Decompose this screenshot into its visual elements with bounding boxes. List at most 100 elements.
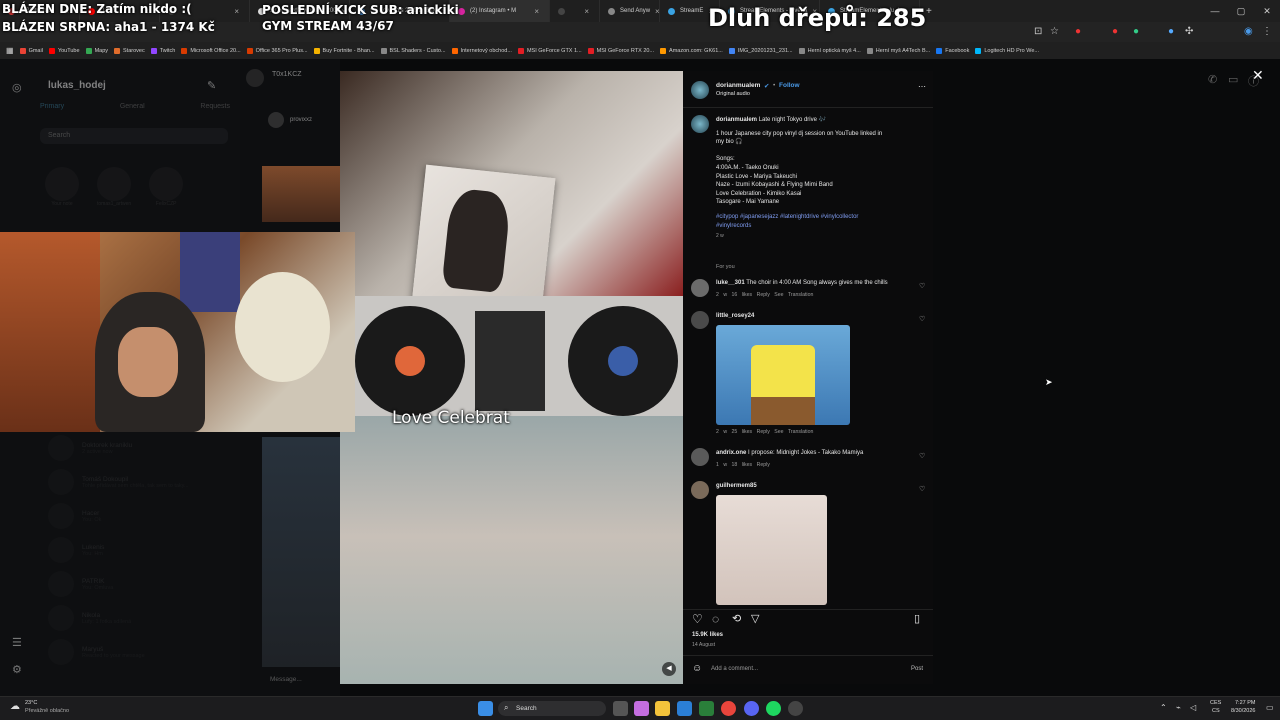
author-avatar[interactable]	[691, 81, 709, 99]
browser-tab[interactable]: ×	[550, 0, 600, 22]
profile-avatar-icon[interactable]: ◉	[1244, 26, 1253, 37]
weather-desc[interactable]: Převážně oblačno	[25, 708, 69, 714]
author-avatar[interactable]	[691, 115, 709, 133]
comment-icon[interactable]: ◌	[712, 612, 719, 626]
obs-icon[interactable]	[788, 701, 803, 716]
tab-primary[interactable]: Primary	[40, 103, 64, 110]
maximize-button[interactable]: ▢	[1228, 0, 1254, 22]
bookmark-item[interactable]: Office 365 Pro Plus...	[246, 47, 308, 54]
notification-icon[interactable]: ▭	[1266, 703, 1274, 712]
bookmark-item[interactable]: Facebook	[936, 47, 969, 54]
like-comment-icon[interactable]: ♡	[919, 315, 925, 323]
task-view-icon[interactable]	[613, 701, 628, 716]
network-icon[interactable]: ⌁	[1176, 703, 1181, 712]
discord-icon[interactable]	[744, 701, 759, 716]
audio-label[interactable]: Original audio	[716, 91, 750, 97]
comment-input[interactable]: Add a comment...	[711, 666, 758, 672]
edge-icon[interactable]	[677, 701, 692, 716]
bookmark-item[interactable]: Microsoft Office 20...	[181, 47, 241, 54]
install-icon[interactable]: ⊡	[1034, 26, 1042, 37]
note-avatar[interactable]: tomas1_artwen	[97, 167, 131, 207]
bookmark-item[interactable]: IMG_20201231_231...	[728, 47, 793, 54]
mute-icon[interactable]: ◀	[662, 662, 676, 676]
gif-reply[interactable]	[716, 495, 827, 605]
comment-username[interactable]: luke__301	[716, 280, 745, 286]
browser-tab[interactable]: (2) Instagram • M ×	[450, 0, 550, 22]
conversation-item[interactable]: Hacer You: Ok	[48, 503, 101, 529]
apps-grid-icon[interactable]: ▦	[6, 46, 14, 55]
dm-search-input[interactable]: Search	[40, 128, 228, 144]
bookmark-star-icon[interactable]: ☆	[1050, 26, 1059, 37]
tray-chevron-icon[interactable]: ⌃	[1160, 703, 1167, 712]
file-explorer-icon[interactable]	[655, 701, 670, 716]
instagram-logo-icon[interactable]: ◎	[12, 81, 22, 94]
extension-icon[interactable]: ●	[1133, 26, 1139, 37]
commenter-avatar[interactable]	[691, 279, 709, 297]
emoji-icon[interactable]: ☺	[692, 663, 702, 674]
like-comment-icon[interactable]: ♡	[919, 452, 925, 460]
extension-icon[interactable]: ●	[1112, 26, 1118, 37]
extensions-puzzle-icon[interactable]: ✣	[1185, 26, 1193, 37]
for-you-label[interactable]: For you	[716, 264, 735, 270]
conversation-item[interactable]: Maryuš Reacted to your message	[48, 639, 145, 665]
save-bookmark-icon[interactable]: ▯	[914, 612, 920, 625]
commenter-avatar[interactable]	[691, 481, 709, 499]
video-call-icon[interactable]: ▭	[1228, 73, 1238, 86]
conversation-item[interactable]: Doktorek kraniklu 2 active now	[48, 435, 132, 461]
bookmark-item[interactable]: Buy Fortnite - Bhan...	[313, 47, 375, 54]
close-tab-icon[interactable]: ×	[655, 7, 659, 16]
tab-general[interactable]: General	[120, 103, 145, 110]
conversation-item[interactable]: PATRIK You: Omluva	[48, 571, 113, 597]
repost-icon[interactable]: ⟲	[732, 612, 741, 625]
note-avatar[interactable]: Your note	[45, 167, 79, 207]
browser-tab[interactable]: Send Anyw ×	[600, 0, 660, 22]
windows-start-icon[interactable]	[478, 701, 493, 716]
bookmark-item[interactable]: Starovec	[114, 47, 145, 54]
bookmark-item[interactable]: Amazon.com: GK61...	[660, 47, 723, 54]
tab-requests[interactable]: Requests	[200, 103, 230, 110]
bookmark-item[interactable]: MSI GeForce GTX 1...	[517, 47, 582, 54]
more-options-icon[interactable]: ⋯	[918, 82, 926, 91]
message-input[interactable]: Message...	[270, 676, 302, 683]
like-comment-icon[interactable]: ♡	[919, 485, 925, 493]
see-translation-link[interactable]: See Translation	[774, 292, 813, 298]
meta-icon[interactable]: ⚙	[12, 663, 22, 676]
close-tab-icon[interactable]: ×	[234, 7, 239, 16]
hashtags[interactable]: #citypop #japanesejazz #latenightdrive #…	[716, 213, 921, 222]
comment-username[interactable]: andrix.one	[716, 450, 746, 456]
commenter-avatar[interactable]	[691, 311, 709, 329]
store-icon[interactable]	[699, 701, 714, 716]
clock-time[interactable]: 7:27 PM	[1235, 700, 1255, 706]
caption-author[interactable]: dorianmualem	[716, 117, 757, 123]
reply-link[interactable]: Reply	[757, 292, 770, 298]
see-translation-link[interactable]: See Translation	[774, 429, 813, 435]
bookmark-item[interactable]: Logitech HD Pro We...	[975, 47, 1039, 54]
shared-reel-thumbnail[interactable]	[262, 437, 340, 667]
bookmark-item[interactable]: Twitch	[150, 47, 175, 54]
bookmark-item[interactable]: MSI GeForce RTX 20...	[587, 47, 654, 54]
extension-icon[interactable]: ●	[1168, 26, 1174, 37]
post-comment-button[interactable]: Post	[911, 666, 923, 672]
gif-spongebob[interactable]	[716, 325, 850, 425]
hashtags[interactable]: #vinylrecords	[716, 222, 921, 231]
language-indicator[interactable]: CES	[1210, 700, 1221, 706]
menu-icon[interactable]: ☰	[12, 636, 22, 649]
keyboard-layout[interactable]: CS	[1212, 708, 1220, 714]
likes-count[interactable]: 15.9K likes	[692, 632, 723, 638]
clock-date[interactable]: 8/30/2026	[1231, 708, 1255, 714]
bookmark-item[interactable]: Gmail	[19, 47, 43, 54]
conversation-item[interactable]: Nikola Lufy: 1 fotka sdílená	[48, 605, 131, 631]
browser-menu-icon[interactable]: ⋮	[1262, 26, 1272, 37]
taskbar-search[interactable]: Search	[498, 701, 606, 716]
close-modal-icon[interactable]: ✕	[1252, 67, 1264, 84]
spotify-icon[interactable]	[766, 701, 781, 716]
weather-icon[interactable]: ☁	[10, 701, 20, 712]
conversation-item[interactable]: Tomáš Dokoupil Tohle přidávat sem chtěla,…	[48, 469, 189, 495]
close-tab-icon[interactable]: ×	[584, 7, 589, 16]
volume-icon[interactable]: ◁	[1190, 703, 1196, 712]
comment-username[interactable]: little_rosey24	[716, 313, 754, 319]
commenter-avatar[interactable]	[691, 448, 709, 466]
bookmark-item[interactable]: Herní optická myš 4...	[798, 47, 861, 54]
author-username[interactable]: dorianmualem	[716, 82, 760, 89]
copilot-icon[interactable]	[634, 701, 649, 716]
